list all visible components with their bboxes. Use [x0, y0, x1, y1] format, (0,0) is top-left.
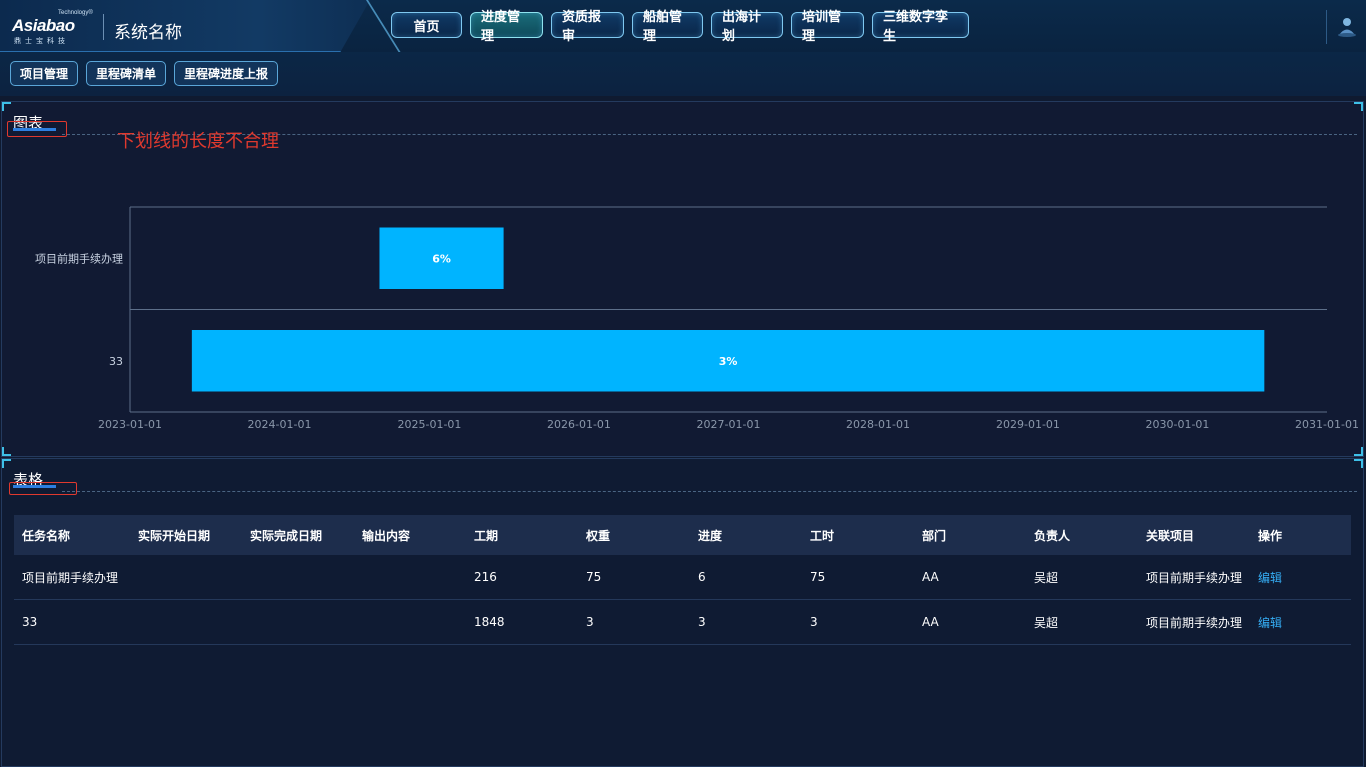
- system-name: 系统名称: [114, 23, 182, 43]
- subnav-project-management[interactable]: 项目管理: [10, 61, 79, 86]
- x-tick-label: 2030-01-01: [1146, 418, 1210, 431]
- bar-data-label: 6%: [432, 252, 451, 265]
- cell-owner: 吴超: [1034, 615, 1059, 630]
- header-duration[interactable]: 工期: [466, 527, 578, 544]
- gantt-chart: 项目前期手续办理 33 2023-01-01 2024-01-01 2025-01-01…: [35, 206, 1359, 431]
- table-panel: 表格 任务名称 实际开始日期 实际完成日期 输出内容 工期 权重 进度 工时 部…: [1, 458, 1364, 767]
- nav-progress-management[interactable]: 进度管理: [470, 10, 543, 44]
- nav-digital-twin[interactable]: 三维数字孪生: [872, 10, 969, 44]
- cell-actions: 编辑: [1250, 569, 1330, 586]
- header-department[interactable]: 部门: [914, 527, 1026, 544]
- header-actions: 操作: [1258, 528, 1283, 543]
- sub-nav-bar: 项目管理 里程碑清单 里程碑进度上报: [0, 52, 1366, 96]
- y-tick-label: 33: [109, 355, 123, 368]
- cell-task-name: 项目前期手续办理: [22, 570, 119, 585]
- nav-qualification-review[interactable]: 资质报审: [551, 10, 624, 44]
- x-tick-label: 2023-01-01: [98, 418, 162, 431]
- edit-link[interactable]: 编辑: [1258, 571, 1282, 585]
- header-weight[interactable]: 权重: [578, 527, 690, 544]
- header-owner[interactable]: 负责人: [1026, 527, 1138, 544]
- table-row[interactable]: 33 1848 3 3 3 AA 吴超 项目前期手续办理 编辑: [14, 600, 1351, 645]
- sub-nav: 项目管理 里程碑清单 里程碑进度上报: [10, 61, 279, 86]
- logo-chinese-name: 鼎士宝科技: [14, 37, 69, 45]
- task-table: 任务名称 实际开始日期 实际完成日期 输出内容 工期 权重 进度 工时 部门 负…: [14, 515, 1351, 645]
- nav-home[interactable]: 首页: [391, 12, 462, 38]
- cell-work-hours: 75: [810, 570, 826, 584]
- logo-wordmark: Asiabao: [12, 16, 75, 35]
- top-header: Technology® Asiabao 鼎士宝科技 系统名称 首页 进度管理 资…: [0, 0, 1366, 52]
- subnav-milestone-progress-report[interactable]: 里程碑进度上报: [174, 61, 279, 86]
- x-tick-label: 2026-01-01: [547, 418, 611, 431]
- table-row[interactable]: 项目前期手续办理 216 75 6 75 AA 吴超 项目前期手续办理 编辑: [14, 555, 1351, 600]
- cell-progress: 3: [698, 615, 706, 629]
- cell-department: AA: [922, 615, 939, 629]
- cell-related-project: 项目前期手续办理: [1146, 570, 1243, 585]
- x-tick-label: 2024-01-01: [248, 418, 312, 431]
- table-header: 任务名称 实际开始日期 实际完成日期 输出内容 工期 权重 进度 工时 部门 负…: [14, 515, 1351, 555]
- annotation-highlight-box: [9, 482, 77, 495]
- user-avatar-icon: [1337, 18, 1356, 37]
- nav-training-management[interactable]: 培训管理: [791, 10, 864, 44]
- company-logo[interactable]: Technology® Asiabao 鼎士宝科技: [12, 10, 93, 46]
- cell-work-hours: 3: [810, 615, 818, 629]
- cell-progress: 6: [698, 570, 706, 584]
- x-tick-label: 2027-01-01: [697, 418, 761, 431]
- chart-panel: 图表 下划线的长度不合理 项目前期手续办理 33 2023-01-01 2024-01…: [1, 101, 1364, 457]
- header-work-hours[interactable]: 工时: [802, 527, 914, 544]
- cell-task-name: 33: [22, 615, 38, 629]
- panel-corner: [1354, 459, 1363, 468]
- cell-actions: 编辑: [1250, 614, 1330, 631]
- subnav-milestone-list[interactable]: 里程碑清单: [86, 61, 167, 86]
- cell-duration: 216: [474, 570, 497, 584]
- x-tick-label: 2029-01-01: [996, 418, 1060, 431]
- cell-duration: 1848: [474, 615, 505, 629]
- header-task-name[interactable]: 任务名称: [14, 527, 130, 544]
- x-tick-label: 2031-01-01: [1295, 418, 1359, 431]
- cell-weight: 75: [586, 570, 602, 584]
- main-nav: 首页 进度管理 资质报审 船舶管理 出海计划 培训管理 三维数字孪生: [391, 10, 969, 44]
- header-related-project[interactable]: 关联项目: [1138, 527, 1250, 544]
- nav-ship-management[interactable]: 船舶管理: [632, 10, 703, 44]
- x-tick-label: 2025-01-01: [397, 418, 461, 431]
- y-tick-label: 项目前期手续办理: [35, 251, 123, 265]
- x-tick-label: 2028-01-01: [846, 418, 910, 431]
- header-output[interactable]: 输出内容: [354, 527, 466, 544]
- header-progress[interactable]: 进度: [690, 527, 802, 544]
- cell-department: AA: [922, 570, 939, 584]
- bar-data-label: 3%: [719, 355, 738, 368]
- user-menu[interactable]: [1326, 10, 1366, 44]
- table-title-divider: [62, 491, 1357, 492]
- brand-separator: [103, 14, 104, 40]
- nav-sea-plan[interactable]: 出海计划: [711, 10, 783, 44]
- cell-related-project: 项目前期手续办理: [1146, 615, 1243, 630]
- edit-link[interactable]: 编辑: [1258, 616, 1282, 630]
- cell-weight: 3: [586, 615, 594, 629]
- header-actual-start[interactable]: 实际开始日期: [130, 527, 242, 544]
- header-actual-finish[interactable]: 实际完成日期: [242, 527, 354, 544]
- panel-corner: [2, 459, 11, 468]
- cell-owner: 吴超: [1034, 570, 1059, 585]
